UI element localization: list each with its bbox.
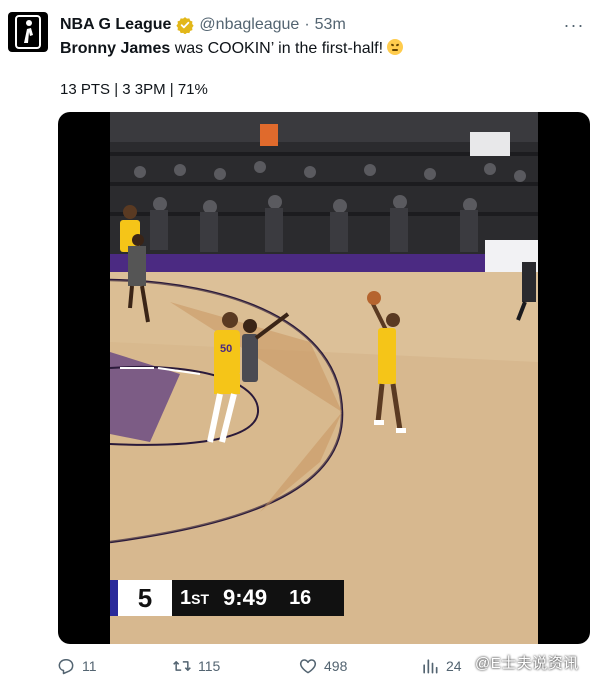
- nba-g-league-logo-avatar[interactable]: [8, 12, 48, 52]
- reply-count: 11: [82, 658, 97, 674]
- view-count: 24: [446, 658, 462, 674]
- reply-button[interactable]: 11: [56, 656, 172, 676]
- g-league-logo-icon: [15, 15, 41, 49]
- retweet-button[interactable]: 115: [172, 656, 298, 676]
- game-clock-panel: 1ST 9:49 16: [172, 580, 344, 616]
- verified-badge-icon: [176, 16, 195, 34]
- heart-icon: [299, 659, 317, 674]
- like-count: 498: [324, 658, 348, 674]
- tweet-body: was COOKIN’ in the first-half!: [170, 40, 384, 57]
- basketball-court-scene: 50: [110, 112, 538, 644]
- views-bar-chart-icon: [423, 659, 438, 674]
- handle[interactable]: @nbagleague: [199, 14, 299, 36]
- quarter-number: 1: [180, 586, 192, 609]
- like-button[interactable]: 498: [298, 656, 420, 676]
- video-player[interactable]: 50 5 1ST 9:49 16: [58, 112, 590, 644]
- display-name[interactable]: NBA G League: [60, 14, 171, 36]
- mentioned-name: Bronny James: [60, 40, 171, 57]
- jersey-number: 50: [220, 343, 232, 355]
- team-score: 5: [118, 580, 172, 616]
- retweet-count: 115: [198, 658, 221, 674]
- separator-dot: ·: [304, 16, 310, 33]
- tweet-text: Bronny James was COOKIN’ in the first-ha…: [60, 38, 580, 60]
- game-clock: 9:49: [223, 585, 268, 610]
- tweet: NBA G League @nbagleague · 53m ··· Bronn…: [0, 0, 600, 688]
- team-color-mark: [110, 580, 118, 616]
- quarter-suffix: ST: [191, 590, 210, 607]
- score-bug: 5 1ST 9:49 16: [110, 580, 344, 616]
- watermark-text: @E士夫说资讯: [475, 655, 579, 672]
- stats-line: 13 PTS | 3 3PM | 71%: [60, 81, 208, 98]
- tweet-header: NBA G League @nbagleague · 53m: [60, 14, 560, 36]
- quarter: 1ST: [180, 587, 209, 610]
- shot-clock: 16: [289, 586, 312, 609]
- face-with-steam-emoji-icon: [387, 39, 404, 55]
- reply-icon: [58, 659, 74, 675]
- timestamp[interactable]: 53m: [315, 14, 346, 36]
- retweet-icon: [173, 661, 191, 671]
- video-frame[interactable]: 50 5 1ST 9:49 16: [110, 112, 538, 644]
- more-options-button[interactable]: ···: [560, 14, 588, 36]
